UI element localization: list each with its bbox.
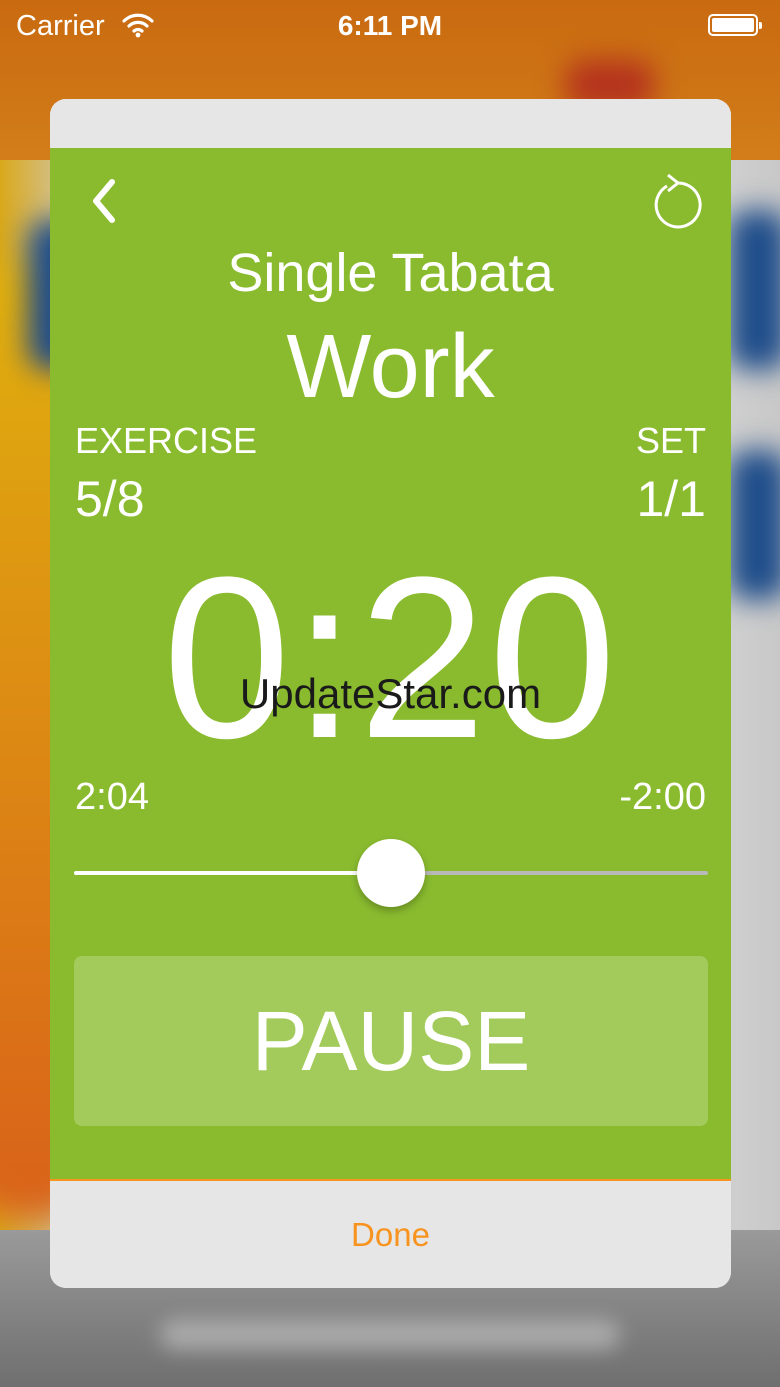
- reset-icon[interactable]: [650, 173, 704, 229]
- workout-title: Single Tabata: [227, 243, 554, 303]
- chevron-left-icon[interactable]: [88, 176, 118, 226]
- exercise-count: 5/8: [75, 471, 145, 527]
- exercise-label: EXERCISE: [75, 420, 258, 461]
- phase-label: Work: [286, 317, 495, 417]
- status-bar: Carrier 6:11 PM: [0, 0, 780, 56]
- remaining-time: -2:00: [619, 776, 706, 818]
- watermark: UpdateStar.com: [239, 670, 542, 717]
- slider-fill: [74, 871, 391, 875]
- workout-modal: Single Tabata Work EXERCISE 5/8 SET 1/1 …: [50, 99, 731, 1288]
- done-button[interactable]: Done: [50, 1181, 731, 1288]
- status-time: 6:11 PM: [337, 10, 443, 41]
- timer-panel: Single Tabata Work EXERCISE 5/8 SET 1/1 …: [50, 148, 731, 1179]
- background-text: [160, 1320, 620, 1350]
- modal-footer: Done: [50, 1181, 731, 1288]
- elapsed-time: 2:04: [75, 776, 149, 818]
- background-blob: [728, 210, 780, 370]
- background-blob: [728, 450, 780, 600]
- battery-icon: [708, 14, 762, 36]
- countdown-timer: 0:20: [162, 529, 619, 786]
- modal-top-bar: [50, 99, 731, 148]
- set-count: 1/1: [636, 471, 706, 527]
- pause-button[interactable]: PAUSE: [74, 956, 708, 1126]
- slider-thumb[interactable]: [357, 839, 425, 907]
- progress-slider[interactable]: [74, 838, 708, 908]
- set-label: SET: [635, 420, 706, 461]
